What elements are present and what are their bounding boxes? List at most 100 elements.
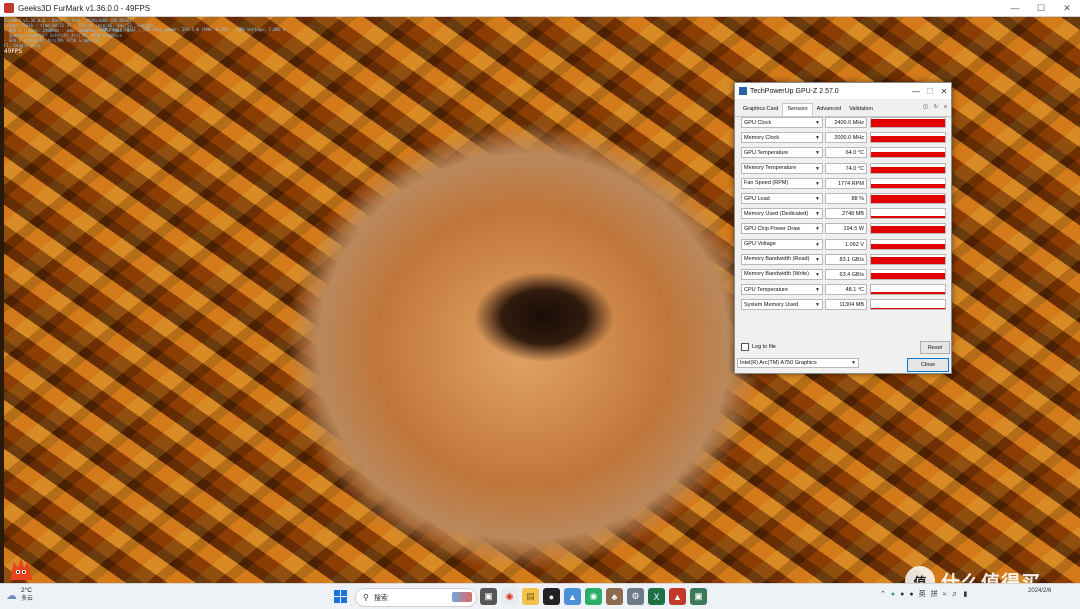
battery-icon[interactable]: ▮ bbox=[963, 590, 967, 598]
sensor-name: CPU Temperature bbox=[744, 286, 788, 293]
osd-gpu-status: GPU temp: 64 °C - GPU chip power: 194.5 … bbox=[100, 27, 286, 32]
sensor-graph bbox=[870, 208, 946, 220]
sensor-name-select[interactable]: Memory Temperature ▼ bbox=[741, 162, 823, 174]
sensor-graph-fill bbox=[871, 183, 945, 188]
chevron-down-icon: ▼ bbox=[815, 271, 820, 278]
sensor-name-select[interactable]: CPU Temperature ▼ bbox=[741, 284, 823, 296]
wechat-icon[interactable]: ◉ bbox=[585, 588, 602, 605]
maximize-button[interactable]: ☐ bbox=[1028, 0, 1054, 16]
tray-app-icon[interactable]: ● bbox=[909, 591, 913, 598]
sensor-name-select[interactable]: Memory Bandwidth (Read) ▼ bbox=[741, 253, 823, 265]
sensor-value: 1.092 V bbox=[825, 238, 867, 250]
gpuz-close-x-button[interactable]: ✕ bbox=[937, 83, 951, 99]
volume-icon[interactable]: ♬ bbox=[951, 591, 958, 598]
tray-app-icon[interactable]: ● bbox=[900, 591, 904, 598]
gpuz-taskbar-icon[interactable]: ▣ bbox=[690, 588, 707, 605]
sensor-name: System Memory Used bbox=[744, 301, 799, 308]
sensor-row: Fan Speed (RPM) ▼ 1774 RPM bbox=[741, 176, 947, 191]
sensor-graph-fill bbox=[871, 272, 945, 279]
sensor-graph bbox=[870, 132, 946, 144]
taskbar-search[interactable]: ⚲ 搜索 bbox=[355, 588, 477, 607]
furmark-taskbar-icon[interactable]: ▲ bbox=[669, 588, 686, 605]
gpuz-maximize-button[interactable]: ☐ bbox=[923, 83, 937, 99]
menu-icon[interactable]: ≡ bbox=[944, 104, 947, 110]
chevron-down-icon: ▼ bbox=[815, 120, 820, 127]
chevron-down-icon: ▼ bbox=[815, 180, 820, 187]
sensor-graph bbox=[870, 147, 946, 159]
excel-icon[interactable]: X bbox=[648, 588, 665, 605]
app-icon[interactable]: ♣ bbox=[606, 588, 623, 605]
task-view-icon[interactable]: ▣ bbox=[480, 588, 497, 605]
reset-button[interactable]: Reset bbox=[920, 341, 950, 354]
chevron-down-icon: ▼ bbox=[815, 165, 820, 172]
refresh-icon[interactable]: ↻ bbox=[934, 104, 938, 110]
sensor-list: GPU Clock ▼ 2400.0 MHz Memory Clock ▼ 2000.0 … bbox=[741, 115, 947, 312]
sensor-value: 2748 MB bbox=[825, 208, 867, 220]
search-icon: ⚲ bbox=[363, 593, 369, 602]
start-button[interactable] bbox=[334, 590, 347, 603]
sensor-name-select[interactable]: GPU Temperature ▼ bbox=[741, 147, 823, 159]
photos-icon[interactable]: ▲ bbox=[564, 588, 581, 605]
screenshot-icon[interactable]: ◫ bbox=[923, 104, 928, 110]
sensor-graph-fill bbox=[871, 215, 945, 219]
settings-gear-icon[interactable]: ⚙ bbox=[627, 588, 644, 605]
furmark-titlebar[interactable]: Geeks3D FurMark v1.36.0.0 - 49FPS — ☐ ✕ bbox=[0, 0, 1080, 17]
ime-mode-indicator[interactable]: 拼 bbox=[931, 589, 938, 599]
gpuz-titlebar[interactable]: TechPowerUp GPU-Z 2.57.0 — ☐ ✕ bbox=[735, 83, 951, 99]
wechat-tray-icon[interactable]: ● bbox=[891, 591, 895, 598]
sensor-graph bbox=[870, 177, 946, 189]
chevron-down-icon: ▼ bbox=[851, 360, 856, 366]
sensor-value: 63.4 GB/s bbox=[825, 268, 867, 280]
sensor-name-select[interactable]: GPU Clock ▼ bbox=[741, 117, 823, 129]
log-to-file[interactable]: Log to file bbox=[741, 343, 776, 351]
sensor-value: 48.1 °C bbox=[825, 284, 867, 296]
sensor-graph bbox=[870, 162, 946, 174]
gpuz-window: TechPowerUp GPU-Z 2.57.0 — ☐ ✕ Graphics … bbox=[734, 82, 952, 374]
minimize-button[interactable]: — bbox=[1002, 0, 1028, 16]
sensor-name-select[interactable]: GPU Chip Power Draw ▼ bbox=[741, 223, 823, 235]
sensor-graph-fill bbox=[871, 225, 945, 234]
sensor-name-select[interactable]: GPU Load ▼ bbox=[741, 193, 823, 205]
qq-icon[interactable]: ● bbox=[543, 588, 560, 605]
sensor-row: Memory Used (Dedicated) ▼ 2748 MB bbox=[741, 206, 947, 221]
sensor-graph bbox=[870, 238, 946, 250]
log-to-file-checkbox[interactable] bbox=[741, 343, 749, 351]
clock[interactable]: 2024/2/6 bbox=[1028, 587, 1051, 596]
ime-language-indicator[interactable]: 英 bbox=[919, 589, 926, 599]
chevron-down-icon: ▼ bbox=[815, 211, 820, 218]
sensor-name: GPU Temperature bbox=[744, 149, 789, 156]
sensor-name-select[interactable]: Memory Bandwidth (Write) ▼ bbox=[741, 268, 823, 280]
sensor-graph bbox=[870, 223, 946, 235]
sensor-row: GPU Voltage ▼ 1.092 V bbox=[741, 237, 947, 252]
sensor-name-select[interactable]: Memory Used (Dedicated) ▼ bbox=[741, 208, 823, 220]
weather-widget[interactable]: ☁ 2°C 多云 bbox=[6, 587, 33, 603]
sensor-row: Memory Bandwidth (Read) ▼ 83.1 GB/s bbox=[741, 252, 947, 267]
sensor-name: GPU Clock bbox=[744, 119, 772, 126]
gpuz-app-icon bbox=[739, 87, 747, 95]
sensor-name: GPU Voltage bbox=[744, 241, 776, 248]
wifi-icon[interactable]: ≈ bbox=[943, 591, 947, 598]
close-button[interactable]: ✕ bbox=[1054, 0, 1080, 16]
sensor-name-select[interactable]: System Memory Used ▼ bbox=[741, 299, 823, 311]
close-button[interactable]: Close bbox=[907, 358, 949, 372]
chevron-up-icon[interactable]: ⌃ bbox=[880, 590, 886, 598]
sensor-name-select[interactable]: GPU Voltage ▼ bbox=[741, 238, 823, 250]
gpuz-minimize-button[interactable]: — bbox=[909, 83, 923, 99]
sensor-name: Memory Temperature bbox=[744, 165, 797, 172]
sensor-name: Memory Used (Dedicated) bbox=[744, 210, 809, 217]
search-highlight-icon bbox=[452, 592, 472, 602]
sensor-name-select[interactable]: Memory Clock ▼ bbox=[741, 132, 823, 144]
chrome-icon[interactable]: ◉ bbox=[501, 588, 518, 605]
sensor-value: 11304 MB bbox=[825, 299, 867, 311]
device-select[interactable]: Intel(R) Arc(TM) A750 Graphics ▼ bbox=[737, 358, 859, 368]
sensor-row: GPU Clock ▼ 2400.0 MHz bbox=[741, 115, 947, 130]
sensor-name: Memory Bandwidth (Read) bbox=[744, 256, 810, 263]
cloud-icon: ☁ bbox=[6, 589, 17, 602]
sensor-row: Memory Temperature ▼ 74.0 °C bbox=[741, 161, 947, 176]
sensor-name-select[interactable]: Fan Speed (RPM) ▼ bbox=[741, 177, 823, 189]
furmark-osd: FurMark v1.36.0.0 - Burn-in test, 1920x1… bbox=[4, 18, 285, 55]
sensor-graph-fill bbox=[871, 308, 945, 310]
furmark-logo-icon bbox=[10, 558, 32, 580]
file-explorer-icon[interactable]: ▤ bbox=[522, 588, 539, 605]
sensor-value: 2400.0 MHz bbox=[825, 117, 867, 129]
